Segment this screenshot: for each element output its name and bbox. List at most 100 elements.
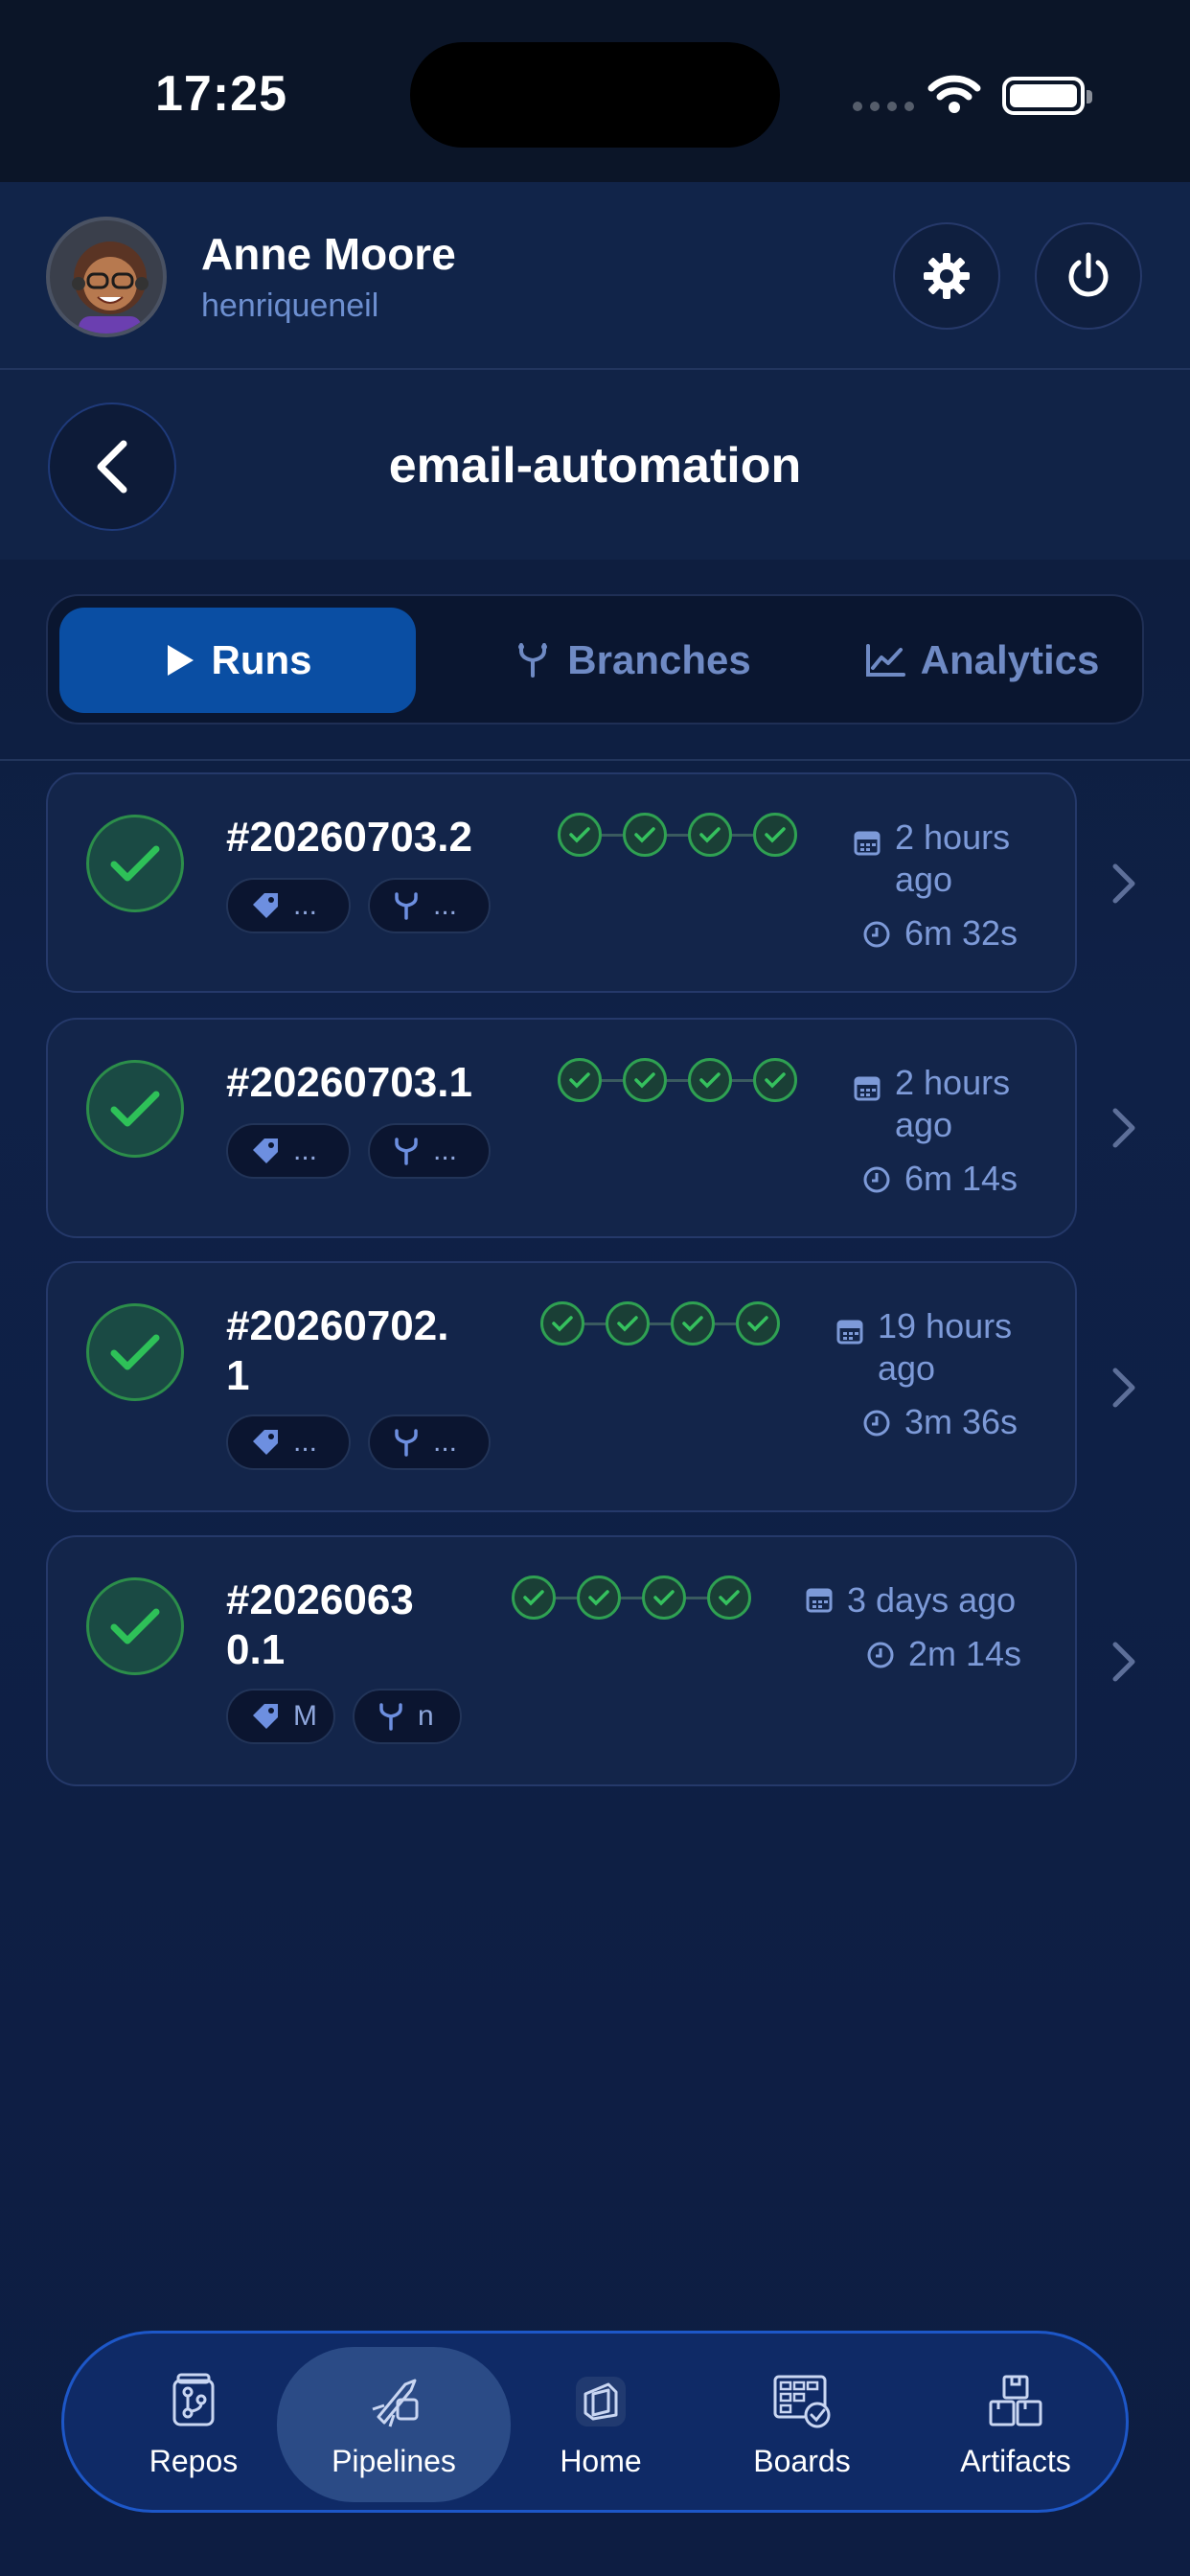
avatar[interactable] bbox=[46, 217, 167, 337]
branch-chip[interactable]: ... bbox=[368, 878, 491, 933]
stage-success-icon bbox=[688, 813, 732, 857]
success-status-icon bbox=[86, 1303, 184, 1401]
stage-success-icon bbox=[577, 1576, 621, 1620]
branch-icon bbox=[395, 1138, 418, 1165]
tag-icon bbox=[253, 1138, 278, 1163]
success-status-icon bbox=[86, 1060, 184, 1158]
stage-success-icon bbox=[558, 813, 602, 857]
stage-success-icon bbox=[540, 1301, 584, 1346]
run-time-ago: 2 hours ago bbox=[895, 1063, 1011, 1144]
logout-button[interactable] bbox=[1035, 222, 1142, 330]
clock-icon bbox=[867, 1642, 894, 1668]
artifacts-icon bbox=[989, 2375, 1042, 2426]
run-card[interactable]: #20260703.1 ... ... 2 hours ago 6m 14s bbox=[46, 1018, 1077, 1238]
wifi-icon bbox=[927, 75, 981, 113]
tag-icon bbox=[253, 893, 278, 918]
play-icon bbox=[167, 645, 194, 676]
run-card[interactable]: #2026063 0.1 M n 3 days ago 2m 14s bbox=[46, 1535, 1077, 1786]
clock-icon bbox=[863, 1410, 890, 1437]
run-duration: 3m 36s bbox=[904, 1402, 1018, 1441]
run-duration: 2m 14s bbox=[908, 1634, 1022, 1673]
run-time-ago: 3 days ago bbox=[847, 1580, 1017, 1620]
run-number: #20260702. 1 bbox=[226, 1302, 449, 1399]
power-icon bbox=[1068, 252, 1109, 297]
user-handle: henriqueneil bbox=[201, 288, 379, 324]
run-card[interactable]: #20260703.2 ... ... 2 hours ago 6m 32s bbox=[46, 772, 1077, 993]
stage-success-icon bbox=[606, 1301, 650, 1346]
branch-chip[interactable]: ... bbox=[368, 1414, 491, 1470]
user-name: Anne Moore bbox=[201, 229, 456, 279]
run-meta: 2 hours ago 6m 14s bbox=[853, 1062, 1018, 1200]
branch-icon bbox=[518, 643, 548, 678]
repo-icon bbox=[172, 2373, 215, 2426]
tab-runs-label: Runs bbox=[211, 637, 312, 682]
clock-icon bbox=[863, 1166, 890, 1193]
tag-chip[interactable]: ... bbox=[226, 878, 351, 933]
chevron-right-icon[interactable] bbox=[1110, 862, 1138, 905]
branch-chip[interactable]: n bbox=[353, 1689, 462, 1744]
success-status-icon bbox=[86, 1577, 184, 1675]
stage-success-icon bbox=[623, 813, 667, 857]
tag-chip[interactable]: ... bbox=[226, 1414, 351, 1470]
stage-success-icon bbox=[512, 1576, 556, 1620]
settings-button[interactable] bbox=[893, 222, 1000, 330]
nav-home[interactable]: Home bbox=[522, 2334, 679, 2516]
calendar-icon bbox=[806, 1588, 833, 1613]
run-meta: 2 hours ago 6m 32s bbox=[853, 816, 1018, 954]
nav-repos[interactable]: Repos bbox=[122, 2334, 265, 2516]
tab-runs[interactable]: Runs bbox=[59, 608, 416, 713]
stage-success-icon bbox=[623, 1058, 667, 1102]
stage-indicators bbox=[540, 1301, 780, 1346]
run-duration: 6m 32s bbox=[904, 913, 1018, 953]
stage-indicators bbox=[512, 1576, 751, 1620]
stage-success-icon bbox=[671, 1301, 715, 1346]
tab-analytics[interactable]: Analytics bbox=[824, 608, 1140, 713]
calendar-icon bbox=[854, 831, 881, 856]
nav-pipelines-label: Pipelines bbox=[332, 2443, 456, 2478]
nav-artifacts[interactable]: Artifacts bbox=[927, 2334, 1105, 2516]
dynamic-island bbox=[410, 42, 780, 148]
bottom-nav: Repos Pipelines Home Boards Artifacts bbox=[61, 2331, 1129, 2513]
stage-indicators bbox=[558, 813, 797, 857]
divider bbox=[0, 759, 1190, 761]
stage-success-icon bbox=[753, 1058, 797, 1102]
run-time-ago: 19 hours ago bbox=[878, 1306, 1013, 1388]
branch-icon bbox=[395, 1429, 418, 1457]
tab-bar: Runs Branches Analytics bbox=[46, 594, 1144, 724]
nav-pipelines[interactable]: Pipelines bbox=[277, 2347, 511, 2502]
boards-icon bbox=[773, 2375, 831, 2427]
chevron-right-icon[interactable] bbox=[1110, 1641, 1138, 1683]
stage-success-icon bbox=[642, 1576, 686, 1620]
chevron-right-icon[interactable] bbox=[1110, 1367, 1138, 1409]
page-title: email-automation bbox=[388, 438, 802, 494]
stage-success-icon bbox=[688, 1058, 732, 1102]
run-duration: 6m 14s bbox=[904, 1159, 1018, 1198]
nav-artifacts-label: Artifacts bbox=[960, 2443, 1071, 2478]
gear-icon bbox=[924, 253, 970, 299]
branch-chip[interactable]: ... bbox=[368, 1123, 491, 1179]
tab-branches-label: Branches bbox=[567, 637, 751, 682]
calendar-icon bbox=[854, 1076, 881, 1101]
status-bar: 17:25 bbox=[0, 0, 1190, 182]
tag-icon bbox=[253, 1704, 278, 1729]
nav-home-label: Home bbox=[560, 2443, 642, 2478]
chevron-right-icon[interactable] bbox=[1110, 1107, 1138, 1149]
tab-branches[interactable]: Branches bbox=[450, 608, 814, 713]
cellular-signal-icon bbox=[853, 102, 914, 111]
battery-icon bbox=[1002, 77, 1092, 115]
stage-success-icon bbox=[558, 1058, 602, 1102]
nav-boards[interactable]: Boards bbox=[718, 2334, 886, 2516]
branch-icon bbox=[395, 892, 418, 920]
home-icon bbox=[576, 2376, 626, 2426]
branch-icon bbox=[379, 1703, 402, 1731]
status-time: 17:25 bbox=[155, 66, 287, 122]
run-time-ago: 2 hours ago bbox=[895, 817, 1011, 899]
run-number: #2026063 0.1 bbox=[226, 1576, 414, 1673]
chart-icon bbox=[865, 644, 905, 677]
run-card[interactable]: #20260702. 1 ... ... 19 hours ago 3m 36s bbox=[46, 1261, 1077, 1512]
tag-chip[interactable]: M bbox=[226, 1689, 335, 1744]
success-status-icon bbox=[86, 815, 184, 912]
title-bar: email-automation bbox=[0, 370, 1190, 560]
tag-chip[interactable]: ... bbox=[226, 1123, 351, 1179]
run-meta: 3 days ago 2m 14s bbox=[805, 1579, 1021, 1675]
